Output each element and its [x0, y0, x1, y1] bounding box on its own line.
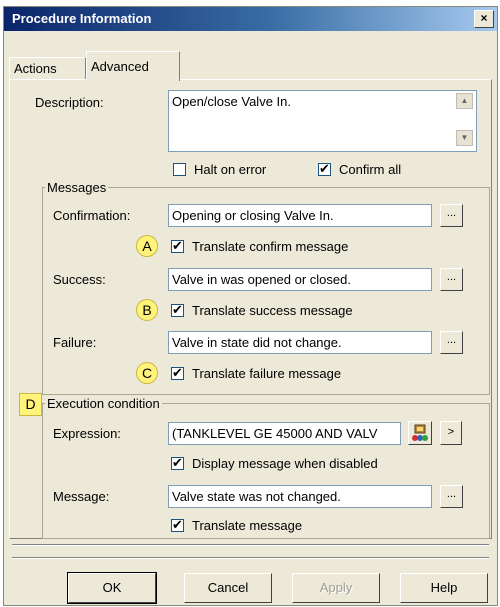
confirmation-field[interactable]: Opening or closing Valve In.: [168, 204, 432, 227]
confirm-all-label: Confirm all: [339, 162, 402, 177]
expression-builder-icon: [412, 424, 428, 441]
scroll-down-icon[interactable]: ▼: [456, 130, 473, 146]
expression-editor-button[interactable]: [408, 421, 432, 445]
failure-browse-button[interactable]: ...: [440, 331, 463, 354]
checkmark-icon: ✔: [172, 455, 183, 470]
cancel-button[interactable]: Cancel: [184, 573, 272, 603]
divider: [12, 544, 489, 546]
display-when-disabled-checkbox[interactable]: ✔: [171, 455, 184, 470]
help-button[interactable]: Help: [400, 573, 488, 603]
close-button[interactable]: ×: [474, 10, 494, 28]
translate-success-label: Translate success message: [192, 303, 353, 318]
apply-button[interactable]: Apply: [292, 573, 380, 603]
help-button-label: Help: [430, 580, 458, 595]
expression-field[interactable]: (TANKLEVEL GE 45000 AND VALV: [168, 422, 401, 445]
message-field[interactable]: Valve state was not changed.: [168, 485, 432, 508]
failure-label: Failure:: [53, 335, 97, 350]
success-field[interactable]: Valve in was opened or closed.: [168, 268, 432, 291]
failure-field[interactable]: Valve in state did not change.: [168, 331, 432, 354]
confirm-all-checkbox[interactable]: ✔: [318, 161, 331, 176]
display-when-disabled-label: Display message when disabled: [192, 456, 378, 471]
apply-button-label: Apply: [319, 580, 353, 595]
callout-c: C: [136, 362, 158, 384]
tab-advanced[interactable]: Advanced: [86, 51, 180, 81]
procedure-information-dialog: Procedure Information × Actions Advanced…: [3, 6, 498, 606]
success-browse-button[interactable]: ...: [440, 268, 463, 291]
ok-button[interactable]: OK: [67, 572, 157, 604]
message-label: Message:: [53, 489, 110, 504]
confirmation-browse-button[interactable]: ...: [440, 204, 463, 227]
tab-actions[interactable]: Actions: [9, 57, 86, 79]
translate-message-label: Translate message: [192, 518, 303, 533]
description-field[interactable]: Open/close Valve In.: [168, 90, 477, 152]
checkmark-icon: ✔: [172, 365, 183, 380]
message-browse-button[interactable]: ...: [440, 485, 463, 508]
halt-on-error-checkbox[interactable]: [173, 163, 186, 176]
window-title: Procedure Information: [12, 11, 152, 26]
scroll-up-icon[interactable]: ▲: [456, 93, 473, 109]
execution-condition-group-label: Execution condition: [45, 396, 162, 411]
translate-success-checkbox[interactable]: ✔: [171, 302, 184, 317]
confirmation-label: Confirmation:: [53, 208, 131, 223]
translate-failure-label: Translate failure message: [192, 366, 342, 381]
expression-label: Expression:: [53, 426, 121, 441]
translate-failure-checkbox[interactable]: ✔: [171, 365, 184, 380]
expression-arrow-button[interactable]: >: [440, 421, 462, 445]
halt-on-error-label: Halt on error: [194, 162, 267, 177]
description-label: Description:: [35, 95, 104, 110]
success-label: Success:: [53, 272, 106, 287]
translate-message-checkbox[interactable]: ✔: [171, 517, 184, 532]
checkmark-icon: ✔: [319, 161, 330, 176]
checkmark-icon: ✔: [172, 517, 183, 532]
checkmark-icon: ✔: [172, 302, 183, 317]
cancel-button-label: Cancel: [207, 580, 249, 595]
callout-a: A: [136, 235, 158, 257]
title-bar: Procedure Information ×: [4, 7, 497, 31]
checkmark-icon: ✔: [172, 238, 183, 253]
translate-confirm-label: Translate confirm message: [192, 239, 349, 254]
callout-b: B: [136, 299, 158, 321]
divider: [12, 557, 489, 559]
ok-button-label: OK: [102, 580, 122, 595]
callout-d: D: [19, 393, 42, 416]
messages-group-label: Messages: [45, 180, 109, 195]
translate-confirm-checkbox[interactable]: ✔: [171, 238, 184, 253]
